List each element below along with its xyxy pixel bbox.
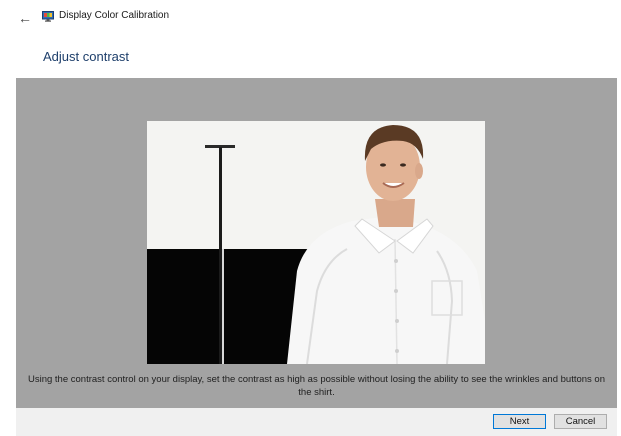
window-title: Display Color Calibration [59, 10, 170, 21]
page-heading: Adjust contrast [43, 49, 129, 64]
cancel-button[interactable]: Cancel [554, 414, 607, 429]
back-arrow-icon[interactable]: ← [16, 9, 34, 27]
next-button[interactable]: Next [493, 414, 546, 429]
calibration-content: Using the contrast control on your displ… [16, 78, 617, 408]
instruction-text: Using the contrast control on your displ… [27, 374, 605, 398]
button-bar: Next Cancel [16, 408, 617, 436]
contrast-reference-image [147, 121, 485, 364]
title-bar: ← Display Color Calibration [0, 0, 621, 36]
reference-photo-illustration [147, 121, 485, 364]
monitor-icon [42, 11, 54, 22]
